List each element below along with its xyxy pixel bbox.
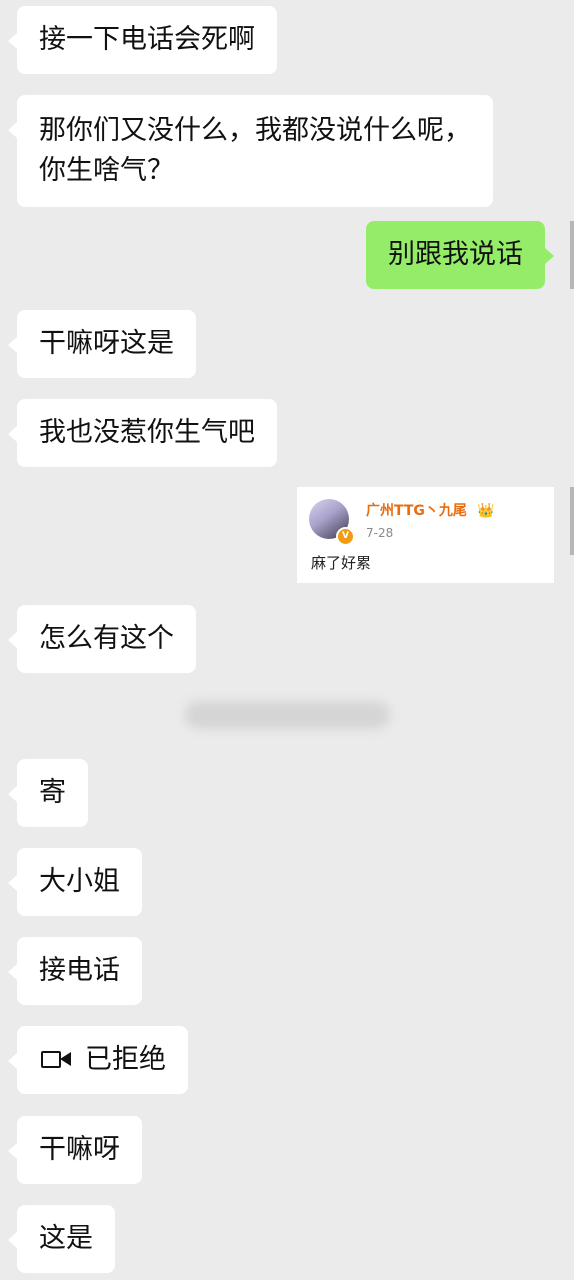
card-date: 7-28 <box>366 526 394 540</box>
message-text: 寄 <box>39 777 66 808</box>
video-call-record-bubble[interactable]: 已拒绝 <box>8 1026 188 1094</box>
message-bubble-incoming[interactable]: 干嘛呀 <box>8 1116 142 1184</box>
message-bubble-incoming[interactable]: 怎么有这个 <box>8 605 196 673</box>
message-bubble-incoming[interactable]: 我也没惹你生气吧 <box>8 399 277 467</box>
message-bubble-incoming[interactable]: 干嘛呀这是 <box>8 310 196 378</box>
message-text: 这是 <box>39 1223 93 1254</box>
message-bubble-incoming[interactable]: 寄 <box>8 759 88 827</box>
message-text: 干嘛呀 <box>39 1134 120 1165</box>
message-bubble-incoming[interactable]: 那你们又没什么，我都没说什么呢， 你生啥气？ <box>8 95 493 207</box>
image-message-screenshot[interactable]: V 广州TTG丶九尾 👑 7-28 麻了好累 <box>297 487 554 583</box>
message-text: 我也没惹你生气吧 <box>39 417 255 448</box>
message-text: 你生啥气？ <box>39 155 174 186</box>
message-text: 接电话 <box>39 955 120 986</box>
self-avatar[interactable] <box>570 487 574 555</box>
card-text: 麻了好累 <box>311 554 372 572</box>
crown-icon: 👑 <box>477 503 495 519</box>
verified-badge-icon: V <box>336 527 355 546</box>
message-text: 怎么有这个 <box>39 623 174 654</box>
message-text: 接一下电话会死啊 <box>39 24 255 55</box>
message-bubble-incoming[interactable]: 接电话 <box>8 937 142 1005</box>
message-bubble-incoming[interactable]: 接一下电话会死啊 <box>8 6 277 74</box>
message-text: 干嘛呀这是 <box>39 328 174 359</box>
message-bubble-outgoing[interactable]: 别跟我说话 <box>366 221 554 289</box>
video-camera-icon <box>39 1040 73 1080</box>
message-text: 大小姐 <box>39 866 120 897</box>
message-bubble-incoming[interactable]: 大小姐 <box>8 848 142 916</box>
message-bubble-incoming[interactable]: 这是 <box>8 1205 115 1273</box>
card-username: 广州TTG丶九尾 <box>366 503 467 519</box>
system-notice-blurred <box>185 701 390 729</box>
message-text: 别跟我说话 <box>388 239 523 270</box>
message-text: 那你们又没什么，我都没说什么呢， <box>39 115 471 146</box>
self-avatar[interactable] <box>570 221 574 289</box>
call-status-text: 已拒绝 <box>85 1044 166 1075</box>
